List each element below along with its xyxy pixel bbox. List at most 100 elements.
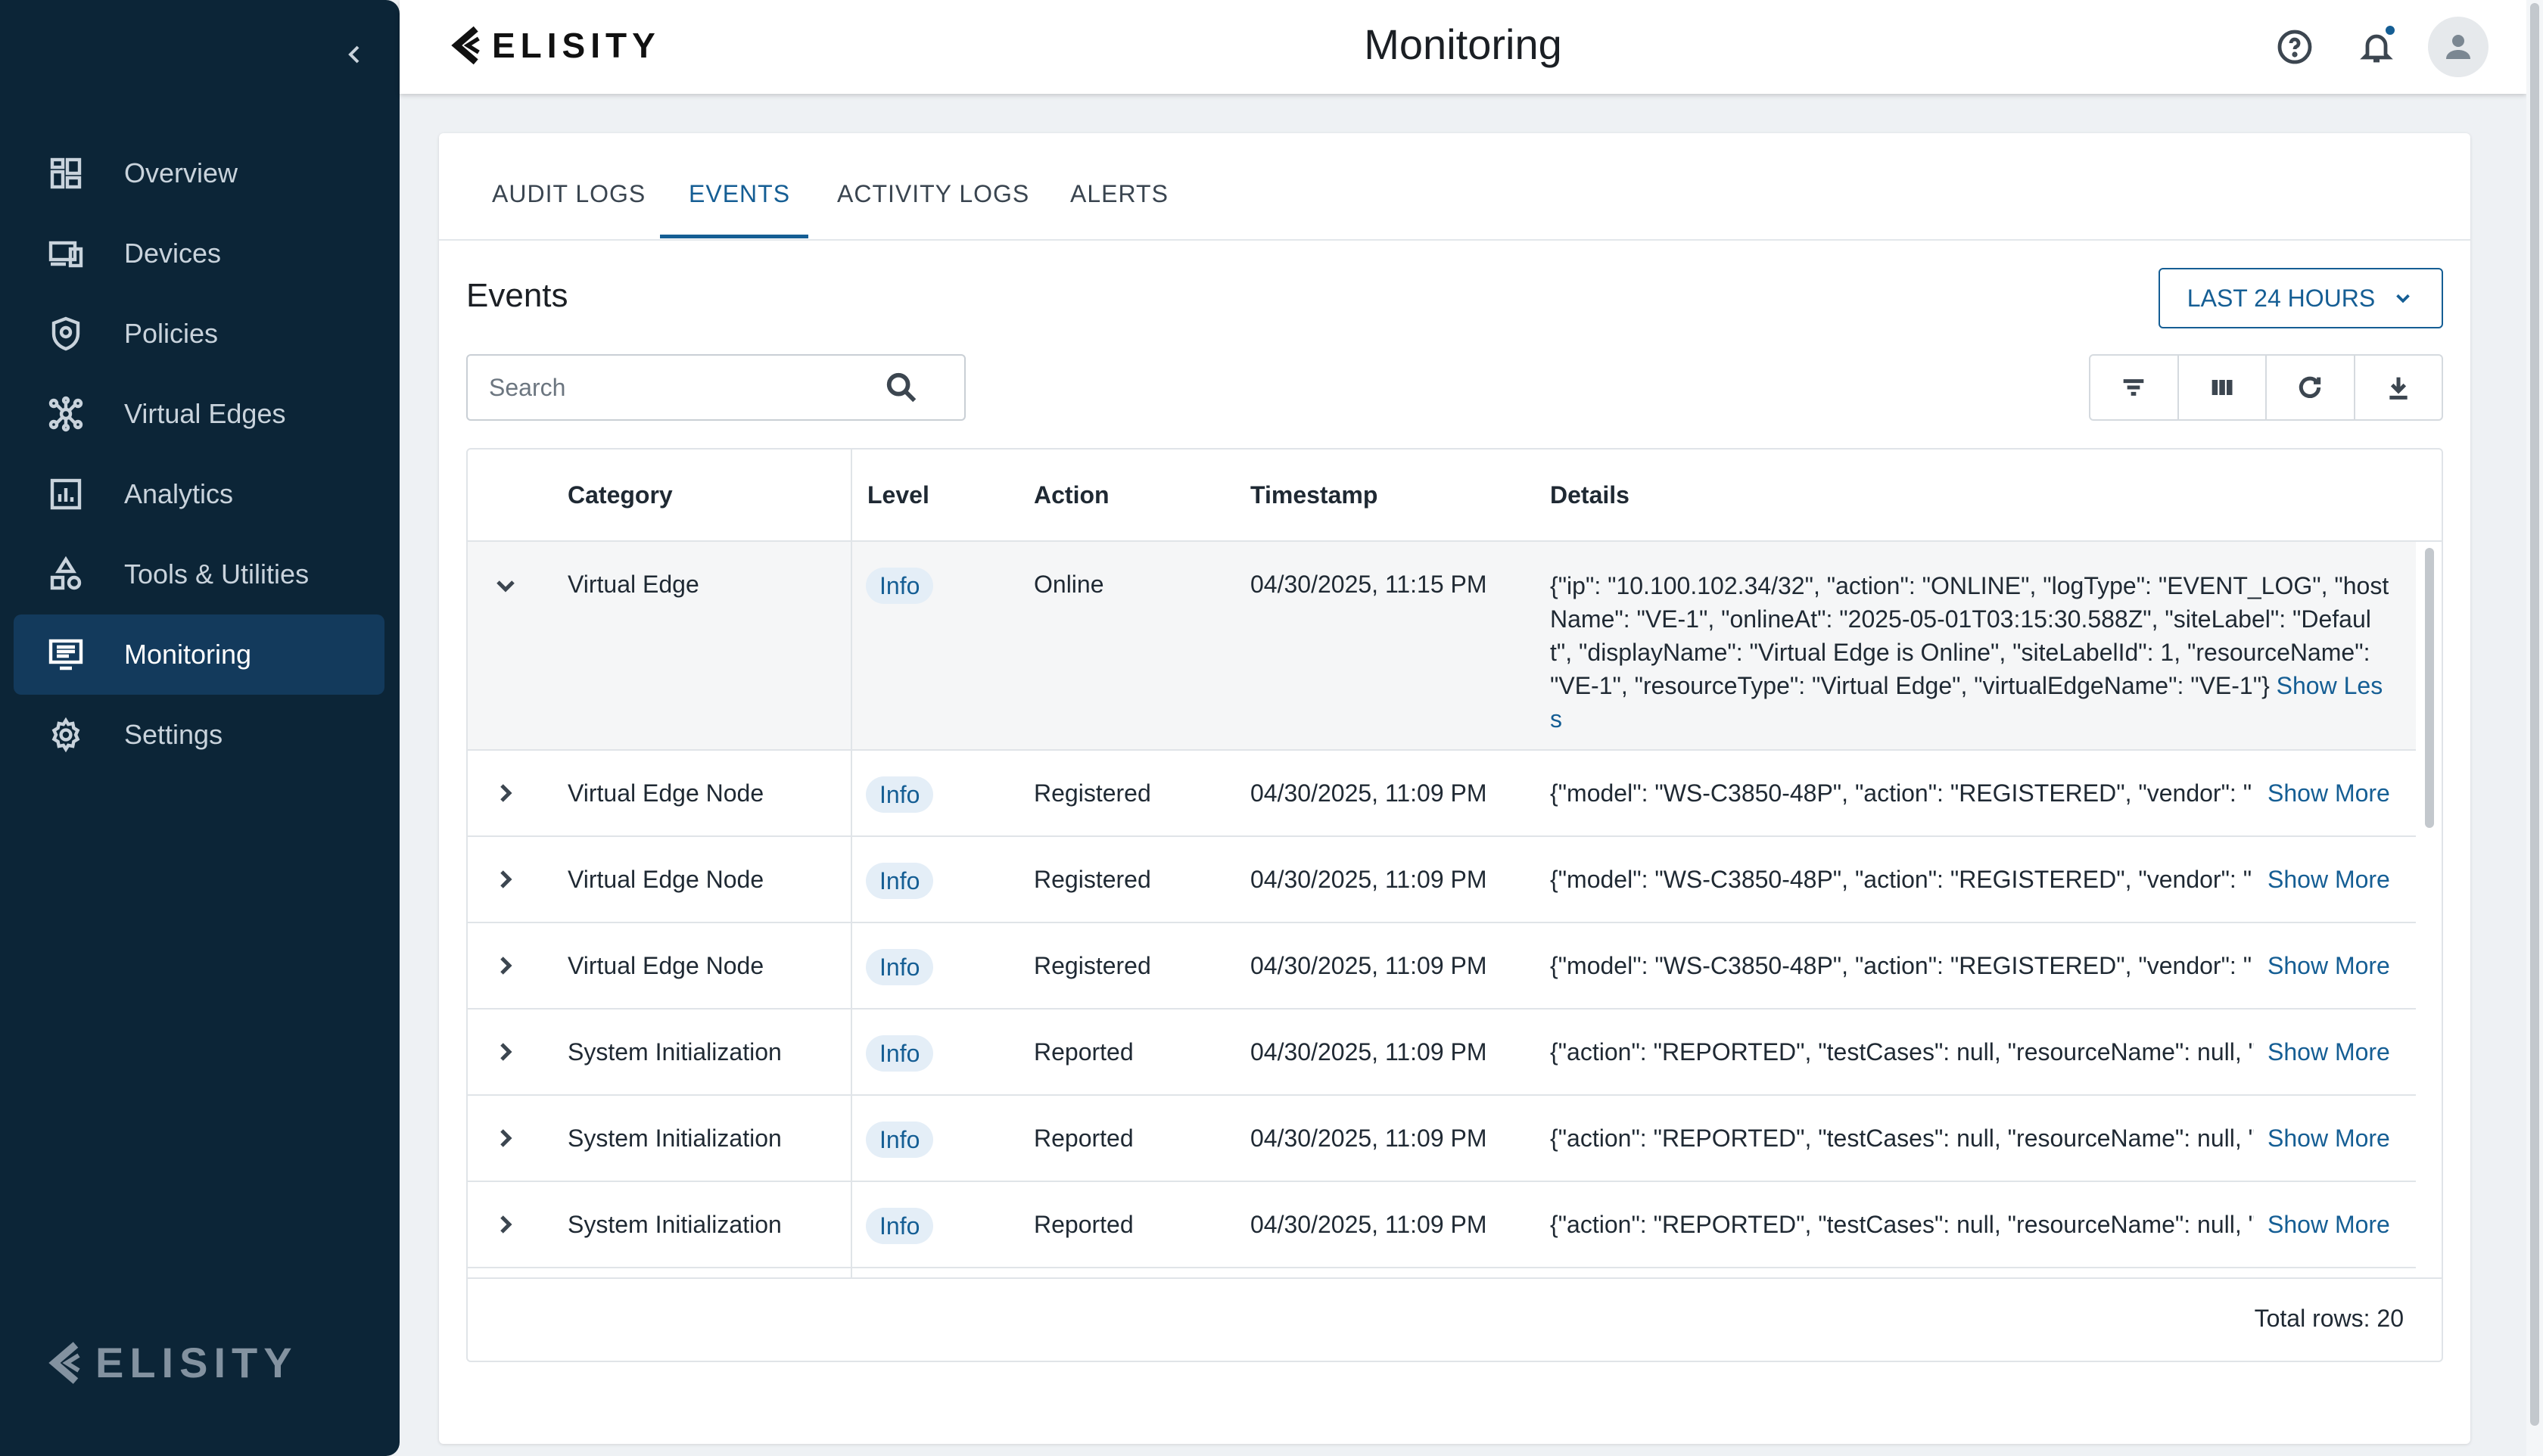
show-more-link[interactable]: Show More xyxy=(2268,1038,2390,1066)
table-row[interactable]: System Initialization Info Reported 04/3… xyxy=(468,1096,2416,1182)
sidebar-logo-text: ELISITY xyxy=(95,1339,298,1386)
cell-timestamp: 04/30/2025, 11:09 PM xyxy=(1250,1125,1487,1152)
sidebar-item-label: Analytics xyxy=(124,478,234,509)
column-header-level[interactable]: Level xyxy=(867,481,929,509)
chevron-right-icon xyxy=(500,1215,512,1234)
sidebar-item-policies[interactable]: Policies xyxy=(14,294,384,374)
column-header-details[interactable]: Details xyxy=(1550,481,1629,509)
tab-activity-logs[interactable]: ACTIVITY LOGS xyxy=(837,180,1029,208)
cell-details: {"model": "WS-C3850-48P", "action": "REG… xyxy=(1550,866,2252,893)
sidebar-item-devices[interactable]: Devices xyxy=(14,213,384,294)
cell-details: {"ip": "10.100.102.34/32", "action": "ON… xyxy=(1550,569,2390,736)
level-badge: Info xyxy=(866,1035,934,1072)
monitor-list-icon xyxy=(47,636,85,674)
page-scrollbar[interactable] xyxy=(2526,0,2543,1456)
events-table: Category Level Action Timestamp Details … xyxy=(466,448,2443,1362)
sidebar-nav: Overview Devices Policies Virtual Edges … xyxy=(14,133,384,775)
download-icon xyxy=(2389,377,2408,400)
table-row[interactable]: Virtual Edge Node Info Registered 04/30/… xyxy=(468,751,2416,837)
chevron-right-icon xyxy=(500,784,512,802)
collapse-row-button[interactable] xyxy=(490,571,521,601)
shield-icon xyxy=(47,315,85,353)
sidebar-item-tools-utilities[interactable]: Tools & Utilities xyxy=(14,534,384,614)
tab-events[interactable]: EVENTS xyxy=(689,180,790,208)
user-icon xyxy=(2446,35,2470,59)
top-header: ELISITY Monitoring xyxy=(400,0,2526,94)
cell-details: {"model": "WS-C3850-48P", "action": "REG… xyxy=(1550,779,2252,807)
devices-icon xyxy=(47,235,85,272)
chevron-down-icon xyxy=(496,580,515,593)
cell-timestamp: 04/30/2025, 11:09 PM xyxy=(1250,866,1487,893)
cell-timestamp: 04/30/2025, 11:09 PM xyxy=(1250,779,1487,807)
expand-row-button[interactable] xyxy=(490,950,521,981)
column-divider xyxy=(851,450,852,1277)
cell-action: Registered xyxy=(1034,866,1151,893)
cell-timestamp: 04/30/2025, 11:15 PM xyxy=(1250,571,1487,598)
sidebar-item-virtual-edges[interactable]: Virtual Edges xyxy=(14,374,384,454)
show-more-link[interactable]: Show More xyxy=(2268,1125,2390,1153)
section-title: Events xyxy=(466,277,568,314)
cell-details: {"action": "REPORTED", "testCases": null… xyxy=(1550,1211,2254,1238)
expand-row-button[interactable] xyxy=(490,1037,521,1067)
show-more-link[interactable]: Show More xyxy=(2268,779,2390,807)
help-icon xyxy=(2277,30,2312,64)
columns-button[interactable] xyxy=(2179,356,2267,419)
show-more-link[interactable]: Show More xyxy=(2268,866,2390,894)
expand-row-button[interactable] xyxy=(490,864,521,894)
cell-action: Registered xyxy=(1034,952,1151,979)
table-scrollbar-thumb[interactable] xyxy=(2425,548,2434,828)
download-button[interactable] xyxy=(2355,356,2442,419)
cell-category: System Initialization xyxy=(568,1125,782,1152)
column-header-action[interactable]: Action xyxy=(1034,481,1110,509)
search-input[interactable] xyxy=(468,373,876,402)
time-range-dropdown[interactable]: LAST 24 HOURS xyxy=(2159,268,2443,328)
expand-row-button[interactable] xyxy=(490,1123,521,1153)
tools-icon xyxy=(47,555,85,593)
sidebar-item-label: Policies xyxy=(124,318,219,349)
expand-row-button[interactable] xyxy=(490,778,521,808)
notifications-button[interactable] xyxy=(2346,17,2407,77)
chevron-down-icon xyxy=(2396,294,2411,303)
help-button[interactable] xyxy=(2264,17,2325,77)
table-scrollbar[interactable] xyxy=(2416,542,2442,1277)
cell-category: Virtual Edge xyxy=(568,571,699,598)
table-row[interactable]: System Initialization Info Reported 04/3… xyxy=(468,1182,2416,1268)
avatar[interactable] xyxy=(2428,17,2489,77)
column-header-category[interactable]: Category xyxy=(568,481,673,509)
cell-details: {"model": "WS-C3850-48P", "action": "REG… xyxy=(1550,952,2252,979)
filter-icon xyxy=(2123,379,2144,396)
sidebar-item-settings[interactable]: Settings xyxy=(14,695,384,775)
tab-alerts[interactable]: ALERTS xyxy=(1070,180,1169,208)
tab-audit-logs[interactable]: AUDIT LOGS xyxy=(492,180,646,208)
search-icon[interactable] xyxy=(884,370,919,405)
cell-category: Virtual Edge Node xyxy=(568,866,764,893)
elisity-logo-icon xyxy=(48,1341,80,1384)
filter-button[interactable] xyxy=(2090,356,2179,419)
header-actions xyxy=(2243,17,2489,77)
sidebar-item-label: Settings xyxy=(124,719,223,750)
column-header-timestamp[interactable]: Timestamp xyxy=(1250,481,1377,509)
monitoring-card: AUDIT LOGS EVENTS ACTIVITY LOGS ALERTS E… xyxy=(439,133,2470,1444)
sidebar-item-overview[interactable]: Overview xyxy=(14,133,384,213)
table-toolbar xyxy=(2089,354,2443,421)
expand-row-button[interactable] xyxy=(490,1209,521,1240)
refresh-button[interactable] xyxy=(2267,356,2355,419)
search-box xyxy=(466,354,966,421)
chevron-right-icon xyxy=(500,1043,512,1061)
table-row[interactable]: Virtual Edge Node Info Registered 04/30/… xyxy=(468,923,2416,1010)
show-more-link[interactable]: Show More xyxy=(2268,1211,2390,1239)
cell-action: Reported xyxy=(1034,1125,1134,1152)
collapse-sidebar-button[interactable] xyxy=(339,39,369,70)
table-row[interactable]: System Initialization Info Reported 04/3… xyxy=(468,1010,2416,1096)
sidebar-item-monitoring[interactable]: Monitoring xyxy=(14,614,384,695)
chevron-left-icon xyxy=(348,45,360,64)
sidebar-item-analytics[interactable]: Analytics xyxy=(14,454,384,534)
total-rows: Total rows: 20 xyxy=(2254,1305,2404,1332)
chevron-right-icon xyxy=(500,870,512,888)
table-row[interactable]: Virtual Edge Node Info Registered 04/30/… xyxy=(468,837,2416,923)
page-scrollbar-thumb[interactable] xyxy=(2530,3,2539,1426)
gear-icon xyxy=(47,716,85,754)
table-row[interactable]: Virtual Edge Info Online 04/30/2025, 11:… xyxy=(468,542,2416,751)
show-more-link[interactable]: Show More xyxy=(2268,952,2390,980)
cell-category: Virtual Edge Node xyxy=(568,779,764,807)
